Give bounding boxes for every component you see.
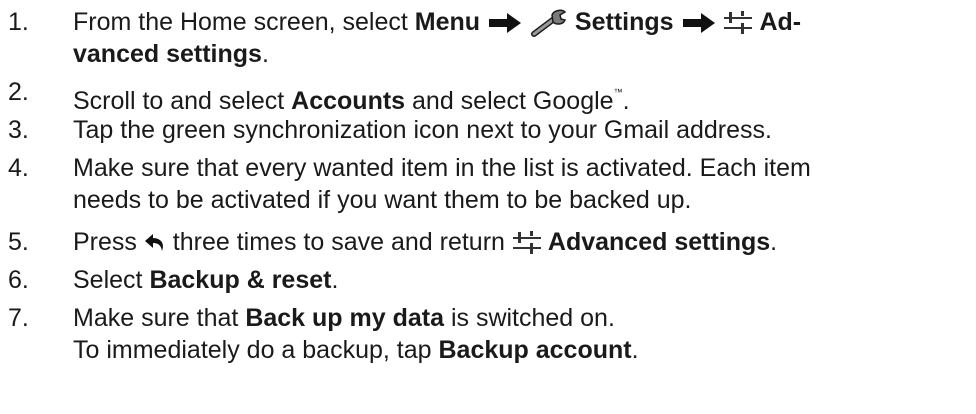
sliders-icon <box>512 230 542 256</box>
accounts-label: Accounts <box>291 87 406 115</box>
advanced-label: Ad- <box>753 8 802 36</box>
backup-reset-label: Backup & reset <box>149 266 332 294</box>
step-line: Make sure that Back up my data is switch… <box>73 302 973 334</box>
text: Make sure that <box>73 304 246 332</box>
text: three times to save and return <box>165 228 512 256</box>
text: . <box>770 228 778 256</box>
back-arrow-icon <box>144 232 166 254</box>
step-line: Press three times to save and return Adv… <box>73 226 973 258</box>
step-text: Make sure that Back up my data is switch… <box>73 302 973 366</box>
text: is switched on. <box>444 304 615 332</box>
step-line: Select Backup & reset. <box>73 264 973 296</box>
settings-label: Settings <box>567 8 674 36</box>
step-text: From the Home screen, select Menu Settin… <box>73 6 973 70</box>
step-line: needs to be activated if you want them t… <box>73 186 692 214</box>
step-text: Make sure that every wanted item in the … <box>73 152 973 216</box>
text: Scroll to and select <box>73 87 292 115</box>
text: . <box>331 266 339 294</box>
step-number: 1. <box>8 8 29 36</box>
step-number: 5. <box>8 228 29 256</box>
sliders-icon <box>723 10 753 36</box>
step-line: Scroll to and select Accounts and select… <box>73 76 973 117</box>
backup-account-label: Backup account <box>438 336 632 364</box>
step-line: Make sure that every wanted item in the … <box>73 154 811 182</box>
text: and select Google <box>405 87 614 115</box>
advanced-label: Advanced settings <box>541 228 771 256</box>
step-line: To immediately do a backup, tap Backup a… <box>73 334 973 366</box>
text: From the Home screen, select <box>73 8 415 36</box>
back-up-my-data-label: Back up my data <box>245 304 444 332</box>
arrow-right-icon <box>487 11 523 35</box>
step-text: Tap the green synchronization icon next … <box>73 114 973 146</box>
step-line: From the Home screen, select Menu Settin… <box>73 6 973 38</box>
text: To immediately do a backup, tap <box>73 336 439 364</box>
text: . <box>261 40 269 68</box>
menu-label: Menu <box>414 8 481 36</box>
wrench-icon <box>530 9 568 38</box>
step-number: 2. <box>8 78 29 106</box>
step-text: Press three times to save and return Adv… <box>73 226 973 258</box>
step-number: 7. <box>8 304 29 332</box>
step-line: Tap the green synchronization icon next … <box>73 116 772 144</box>
step-number: 4. <box>8 154 29 182</box>
step-text: Scroll to and select Accounts and select… <box>73 76 973 117</box>
step-line: vanced settings. <box>73 38 973 70</box>
arrow-right-icon <box>681 11 717 35</box>
advanced-label: vanced settings <box>73 40 262 68</box>
step-number: 3. <box>8 116 29 144</box>
text: . <box>631 336 639 364</box>
text: Press <box>73 228 144 256</box>
step-text: Select Backup & reset. <box>73 264 973 296</box>
step-number: 6. <box>8 266 29 294</box>
text: . <box>622 87 630 115</box>
text: Select <box>73 266 150 294</box>
trademark: ™ <box>613 87 623 97</box>
